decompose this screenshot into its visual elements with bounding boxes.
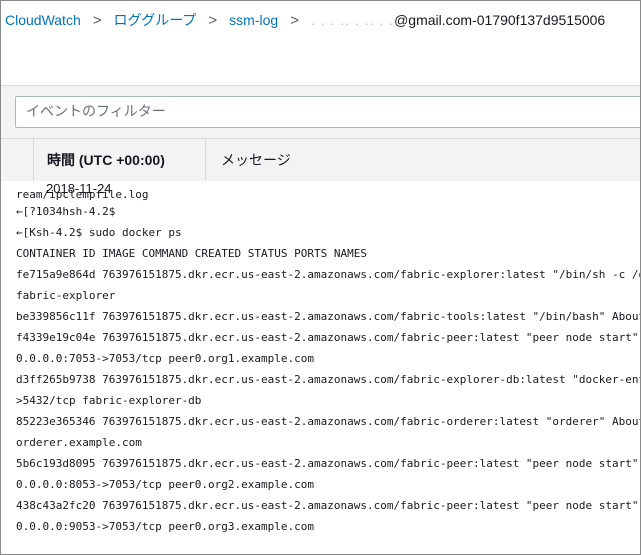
breadcrumb-cloudwatch-link[interactable]: CloudWatch	[5, 12, 81, 28]
log-line-text: f4339e19c04e 763976151875.dkr.ecr.us-eas…	[16, 331, 641, 344]
breadcrumb-separator-icon: >	[208, 11, 218, 29]
breadcrumb-log-stream: . . . .. . .. . .@gmail.com-01790f137d95…	[311, 12, 605, 28]
log-line-text: 0.0.0.0:8053->7053/tcp peer0.org2.exampl…	[16, 478, 315, 491]
log-line[interactable]: 5b6c193d8095 763976151875.dkr.ecr.us-eas…	[16, 453, 641, 474]
breadcrumb: CloudWatch > ロググループ > ssm-log > . . . ..…	[5, 10, 605, 30]
log-line[interactable]: ←[?1034hsh-4.2$	[16, 201, 640, 222]
expand-column-header	[1, 139, 34, 181]
log-line[interactable]: CONTAINER ID IMAGE COMMAND CREATED STATU…	[16, 243, 640, 264]
log-line[interactable]: 85223e365346 763976151875.dkr.ecr.us-eas…	[16, 411, 641, 432]
log-line[interactable]: ←[Ksh-4.2$ sudo docker ps	[16, 222, 640, 243]
time-column-header[interactable]: 時間 (UTC +00:00)	[34, 139, 206, 181]
log-line[interactable]: 0.0.0.0:7053->7053/tcp peer0.org1.exampl…	[16, 348, 640, 369]
log-line-text: CONTAINER ID IMAGE COMMAND CREATED STATU…	[16, 247, 367, 260]
event-filter-input[interactable]	[15, 96, 640, 128]
log-line-text: >5432/tcp fabric-explorer-db	[16, 394, 202, 407]
log-line[interactable]: orderer.example.com	[16, 432, 640, 453]
date-group-label: 2018-11-24	[46, 181, 112, 196]
log-line[interactable]: 438c43a2fc20 763976151875.dkr.ecr.us-eas…	[16, 495, 641, 516]
log-line-text: fe715a9e864d 763976151875.dkr.ecr.us-eas…	[16, 268, 641, 281]
log-line-text: 5b6c193d8095 763976151875.dkr.ecr.us-eas…	[16, 457, 641, 470]
log-line-text: ←[?1034hsh-4.2$	[16, 205, 116, 218]
log-line[interactable]: 0.0.0.0:8053->7053/tcp peer0.org2.exampl…	[16, 474, 640, 495]
breadcrumb-separator-icon: >	[92, 11, 102, 29]
log-line-text: 85223e365346 763976151875.dkr.ecr.us-eas…	[16, 415, 641, 428]
log-line[interactable]: f4339e19c04e 763976151875.dkr.ecr.us-eas…	[16, 327, 641, 348]
table-header: 時間 (UTC +00:00) メッセージ	[1, 138, 640, 181]
log-line-text: 0.0.0.0:9053->7053/tcp peer0.org3.exampl…	[16, 520, 315, 533]
log-line-text: 0.0.0.0:7053->7053/tcp peer0.org1.exampl…	[16, 352, 315, 365]
redacted-text: . . . .. . .. . .	[310, 12, 395, 28]
log-line[interactable]: fe715a9e864d 763976151875.dkr.ecr.us-eas…	[16, 264, 641, 285]
log-line[interactable]: d3ff265b9738 763976151875.dkr.ecr.us-eas…	[16, 369, 641, 390]
log-line-text: be339856c11f 763976151875.dkr.ecr.us-eas…	[16, 310, 641, 323]
breadcrumb-separator-icon: >	[290, 11, 299, 29]
log-line[interactable]: 0.0.0.0:9053->7053/tcp peer0.org3.exampl…	[16, 516, 640, 537]
log-viewer-window: CloudWatch > ロググループ > ssm-log > . . . ..…	[0, 0, 641, 555]
breadcrumb-log-group-link[interactable]: ssm-log	[229, 12, 278, 28]
message-column-header[interactable]: メッセージ	[207, 139, 291, 181]
log-line-text: ←[Ksh-4.2$ sudo docker ps	[16, 226, 182, 239]
filter-panel: 時間 (UTC +00:00) メッセージ	[1, 85, 640, 181]
log-line[interactable]: be339856c11f 763976151875.dkr.ecr.us-eas…	[16, 306, 641, 327]
log-event-list: ream/ipclempfile.log ←[?1034hsh-4.2$ ←[Ksh…	[16, 190, 641, 537]
log-stream-name: @gmail.com-01790f137d9515006	[394, 12, 606, 28]
log-line-text: d3ff265b9738 763976151875.dkr.ecr.us-eas…	[16, 373, 641, 386]
log-line-text: 438c43a2fc20 763976151875.dkr.ecr.us-eas…	[16, 499, 641, 512]
log-line-text: fabric-explorer	[16, 289, 116, 302]
log-line-text: orderer.example.com	[16, 436, 142, 449]
breadcrumb-log-groups-link[interactable]: ロググループ	[114, 10, 197, 30]
log-line[interactable]: fabric-explorer	[16, 285, 640, 306]
log-line[interactable]: >5432/tcp fabric-explorer-db	[16, 390, 640, 411]
